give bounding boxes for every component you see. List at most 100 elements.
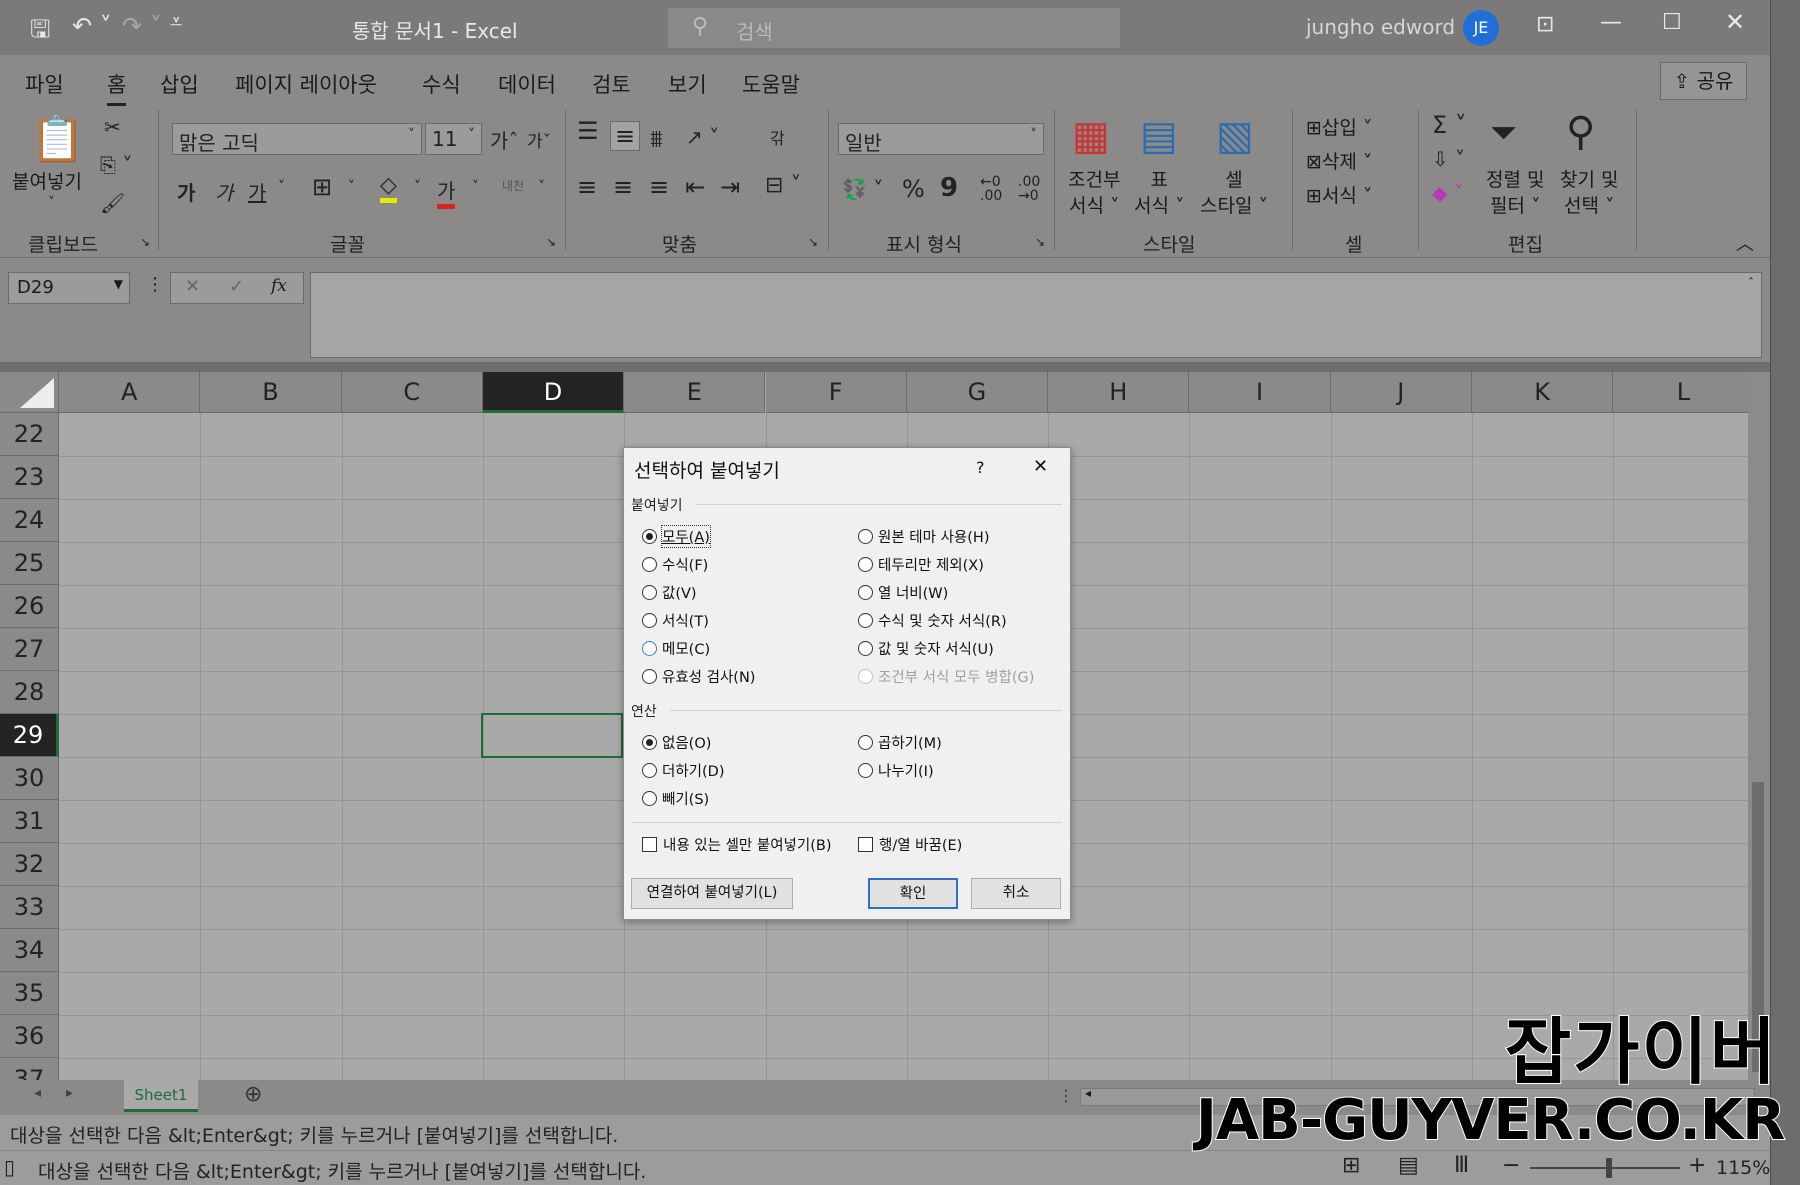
row-header-25[interactable]: 25 <box>0 542 59 585</box>
increase-decimal-icon[interactable]: ←0.00 <box>980 175 1002 203</box>
tab-help[interactable]: 도움말 <box>742 69 800 99</box>
transpose-checkbox[interactable]: 행/열 바꿈(E) <box>858 834 962 855</box>
skip-blanks-checkbox[interactable]: 내용 있는 셀만 붙여넣기(B) <box>642 834 832 855</box>
search-box[interactable]: ⚲ 검색 <box>668 8 1120 48</box>
tab-file[interactable]: 파일 <box>25 69 64 99</box>
wrap-text-icon[interactable]: 갂 <box>770 125 785 149</box>
tab-home[interactable]: 홈 <box>107 69 127 106</box>
clipboard-launcher-icon[interactable]: ↘ <box>140 235 150 249</box>
font-launcher-icon[interactable]: ↘ <box>546 235 556 249</box>
active-cell[interactable] <box>481 713 623 758</box>
collapse-ribbon-icon[interactable]: ︿ <box>1736 230 1754 256</box>
maximize-icon[interactable]: ☐ <box>1662 10 1682 35</box>
radio-except-borders[interactable]: 테두리만 제외(X) <box>858 554 984 575</box>
decrease-indent-icon[interactable]: ⇤ <box>685 173 705 201</box>
radio-op-multiply[interactable]: 곱하기(M) <box>858 732 942 753</box>
row-header-37[interactable]: 37 <box>0 1058 59 1080</box>
page-layout-view-icon[interactable]: ▤ <box>1398 1153 1419 1178</box>
vertical-scrollbar[interactable] <box>1748 372 1770 1080</box>
column-header-i[interactable]: I <box>1189 372 1331 413</box>
column-header-e[interactable]: E <box>624 372 766 413</box>
percent-style-button[interactable]: % <box>902 175 925 203</box>
conditional-formatting-button[interactable]: 조건부 서식 ˅ <box>1068 167 1120 219</box>
underline-button[interactable]: 가 <box>248 177 266 206</box>
tab-view[interactable]: 보기 <box>668 69 707 99</box>
format-cells-button[interactable]: ⊞서식 ˅ <box>1306 181 1372 208</box>
clear-icon[interactable]: ◆ ˅ <box>1432 181 1464 205</box>
number-launcher-icon[interactable]: ↘ <box>1035 235 1045 249</box>
underline-dropdown-icon[interactable]: ˅ <box>278 179 285 195</box>
save-icon[interactable]: 🖫 <box>30 12 50 53</box>
zoom-level[interactable]: 115% <box>1716 1157 1770 1179</box>
radio-paste-values[interactable]: 값(V) <box>642 582 697 603</box>
insert-cells-button[interactable]: ⊞삽입 ˅ <box>1306 113 1372 140</box>
row-header-31[interactable]: 31 <box>0 800 59 843</box>
autosum-icon[interactable]: Σ ˅ <box>1432 111 1467 139</box>
column-header-j[interactable]: J <box>1330 372 1472 413</box>
shrink-font-icon[interactable]: 가ˇ <box>527 127 551 152</box>
next-sheet-icon[interactable]: ▸ <box>66 1085 73 1101</box>
radio-op-subtract[interactable]: 빼기(S) <box>642 788 709 809</box>
phonetic-guide-icon[interactable]: 내천 <box>502 177 524 194</box>
italic-button[interactable]: 가 <box>215 177 233 206</box>
row-header-27[interactable]: 27 <box>0 628 59 671</box>
align-top-icon[interactable]: ☰ <box>577 117 599 145</box>
accounting-format-icon[interactable]: 💱 ˅ <box>842 177 883 201</box>
radio-column-widths[interactable]: 열 너비(W) <box>858 582 948 603</box>
more-options-icon[interactable]: ⋮ <box>146 274 164 295</box>
zoom-slider[interactable] <box>1530 1158 1680 1178</box>
align-middle-icon[interactable]: ≡ <box>610 121 641 151</box>
font-color-button[interactable]: 가 <box>437 175 456 209</box>
radio-values-number-formats[interactable]: 값 및 숫자 서식(U) <box>858 638 994 659</box>
radio-paste-formats[interactable]: 서식(T) <box>642 610 709 631</box>
sort-filter-icon[interactable]: ⏷ <box>1490 113 1517 153</box>
share-button[interactable]: ⇪ 공유 <box>1660 62 1747 100</box>
close-window-icon[interactable]: ✕ <box>1725 8 1745 36</box>
ok-button[interactable]: 확인 <box>868 878 958 909</box>
paste-dropdown-icon[interactable]: ˅ <box>48 195 55 211</box>
format-painter-icon[interactable]: 🖌 <box>100 191 125 215</box>
grow-font-icon[interactable]: 가ˆ <box>490 125 518 154</box>
row-header-35[interactable]: 35 <box>0 972 59 1015</box>
format-as-table-icon[interactable]: ▤ <box>1140 113 1178 159</box>
normal-view-icon[interactable]: ⊞ <box>1342 1153 1360 1178</box>
borders-dropdown-icon[interactable]: ˅ <box>348 179 355 195</box>
minimize-icon[interactable]: — <box>1600 10 1622 35</box>
radio-op-add[interactable]: 더하기(D) <box>642 760 725 781</box>
align-right-icon[interactable]: ≡ <box>649 173 669 201</box>
close-icon[interactable]: ✕ <box>1033 456 1048 477</box>
row-header-29[interactable]: 29 <box>0 714 59 757</box>
column-header-f[interactable]: F <box>765 372 907 413</box>
orientation-icon[interactable]: ↗ ˅ <box>686 125 719 149</box>
enter-icon[interactable]: ✓ <box>229 276 244 297</box>
tab-formulas[interactable]: 수식 <box>422 69 461 99</box>
comma-style-button[interactable]: 9 <box>940 173 958 203</box>
align-bottom-icon[interactable]: ⩩ <box>650 125 663 153</box>
avatar[interactable]: JE <box>1463 10 1499 46</box>
redo-icon[interactable]: ↷ ˅ <box>122 12 162 40</box>
tab-page-layout[interactable]: 페이지 레이아웃 <box>235 69 377 99</box>
page-break-view-icon[interactable]: Ⅲ <box>1454 1153 1469 1178</box>
radio-paste-comments[interactable]: 메모(C) <box>642 638 710 659</box>
radio-paste-formulas[interactable]: 수식(F) <box>642 554 708 575</box>
cancel-button[interactable]: 취소 <box>971 878 1061 909</box>
alignment-launcher-icon[interactable]: ↘ <box>808 235 818 249</box>
number-format-combo[interactable]: 일반 ˅ <box>838 123 1044 155</box>
add-sheet-button[interactable]: ⊕ <box>244 1082 262 1107</box>
zoom-in-icon[interactable]: + <box>1688 1153 1706 1178</box>
zoom-slider-thumb[interactable] <box>1606 1158 1612 1178</box>
paste-icon[interactable]: 📋 <box>30 113 85 165</box>
row-header-32[interactable]: 32 <box>0 843 59 886</box>
font-color-dropdown-icon[interactable]: ˅ <box>472 179 479 195</box>
zoom-out-icon[interactable]: − <box>1502 1153 1520 1178</box>
cancel-icon[interactable]: ✕ <box>185 276 200 297</box>
radio-op-divide[interactable]: 나누기(I) <box>858 760 934 781</box>
formula-input[interactable] <box>310 272 1762 358</box>
column-header-b[interactable]: B <box>200 372 342 413</box>
conditional-formatting-icon[interactable]: ▦ <box>1072 113 1110 159</box>
help-button[interactable]: ? <box>976 458 985 477</box>
font-name-combo[interactable]: 맑은 고딕 ˅ <box>172 123 422 155</box>
fill-icon[interactable]: ⇩ ˅ <box>1432 147 1465 171</box>
customize-qat-icon[interactable]: ⩡ <box>170 10 182 35</box>
radio-paste-validation[interactable]: 유효성 검사(N) <box>642 666 755 687</box>
